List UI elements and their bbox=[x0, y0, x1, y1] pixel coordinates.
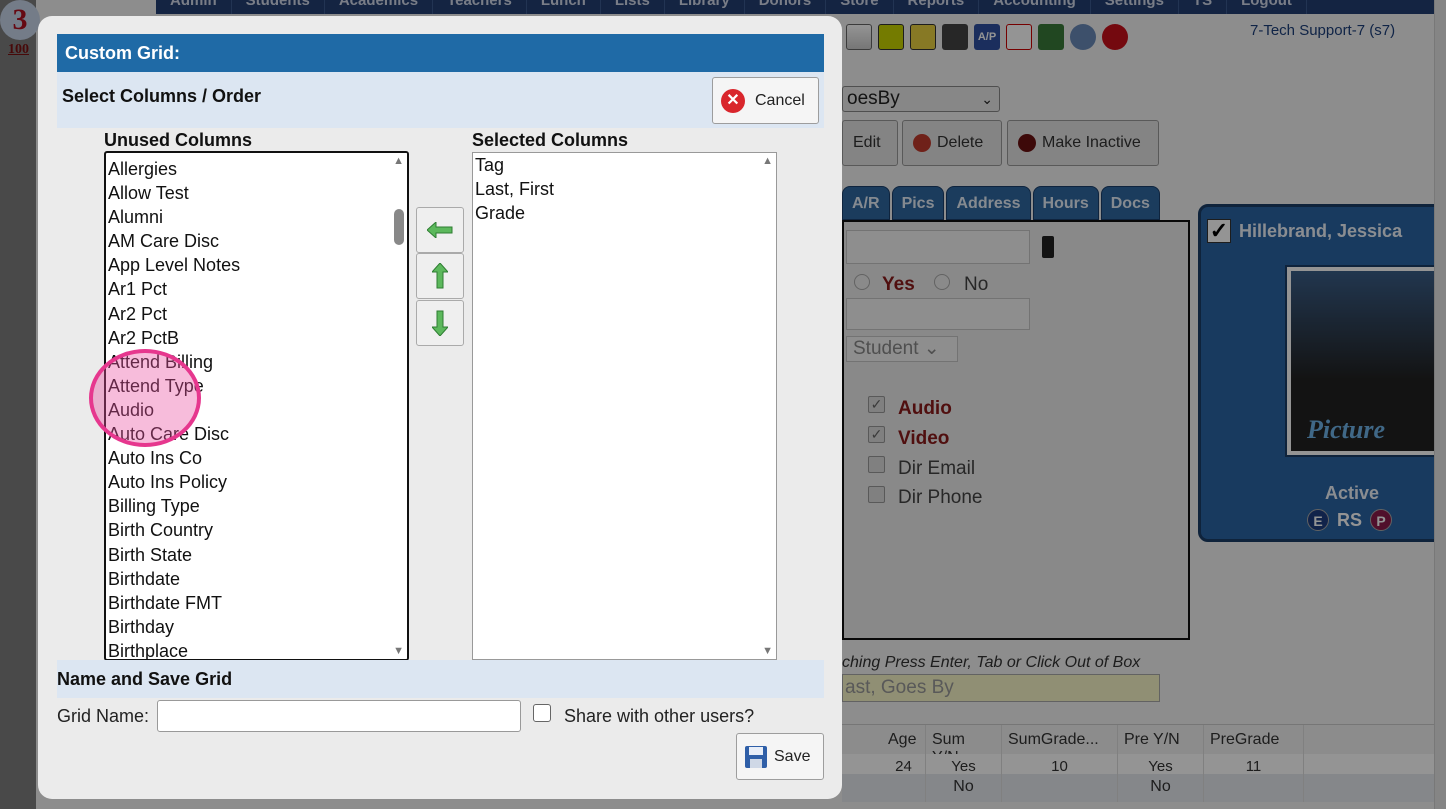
custom-grid-dialog: Custom Grid: Select Columns / Order ✕ Ca… bbox=[38, 16, 842, 799]
share-checkbox[interactable] bbox=[533, 704, 551, 722]
list-item[interactable]: Ar2 Pct bbox=[106, 302, 407, 326]
list-item[interactable]: Birthdate bbox=[106, 567, 407, 591]
list-item[interactable]: App Level Notes bbox=[106, 253, 407, 277]
list-item[interactable]: Attend Type bbox=[106, 374, 407, 398]
move-left-button[interactable] bbox=[416, 207, 464, 253]
save-label: Save bbox=[774, 747, 811, 765]
scroll-up-icon[interactable]: ▲ bbox=[393, 155, 404, 167]
list-item[interactable]: Allergies bbox=[106, 157, 407, 181]
dialog-title: Custom Grid: bbox=[57, 34, 824, 72]
unused-columns-label: Unused Columns bbox=[104, 130, 253, 150]
arrow-left-icon bbox=[427, 222, 453, 238]
cancel-button[interactable]: ✕ Cancel bbox=[712, 77, 819, 124]
selected-scrollbar[interactable]: ▲ ▼ bbox=[759, 153, 776, 659]
list-item[interactable]: Alumni bbox=[106, 205, 407, 229]
scroll-down-icon[interactable]: ▼ bbox=[762, 645, 773, 657]
save-icon bbox=[745, 745, 767, 768]
cancel-label: Cancel bbox=[755, 91, 805, 109]
list-item[interactable]: Tag bbox=[473, 153, 776, 177]
list-item[interactable]: Ar2 PctB bbox=[106, 326, 407, 350]
list-item[interactable]: Auto Ins Policy bbox=[106, 470, 407, 494]
list-item[interactable]: Birthplace bbox=[106, 639, 407, 659]
list-item[interactable]: Auto Care Disc bbox=[106, 422, 407, 446]
cancel-icon: ✕ bbox=[721, 88, 745, 113]
list-item[interactable]: Attend Billing bbox=[106, 350, 407, 374]
list-item[interactable]: AM Care Disc bbox=[106, 229, 407, 253]
name-save-section: Name and Save Grid bbox=[57, 660, 824, 698]
scroll-up-icon[interactable]: ▲ bbox=[762, 155, 773, 167]
list-item[interactable]: Allow Test bbox=[106, 181, 407, 205]
unused-columns-list[interactable]: Allergies Allow Test Alumni AM Care Disc App… bbox=[104, 151, 409, 661]
list-item[interactable]: Birthdate FMT bbox=[106, 591, 407, 615]
share-label: Share with other users? bbox=[564, 706, 755, 726]
selected-columns-label: Selected Columns bbox=[472, 130, 629, 150]
list-item[interactable]: Birth Country bbox=[106, 518, 407, 542]
selected-columns-list[interactable]: Tag Last, First Grade ▲ ▼ bbox=[472, 152, 777, 660]
list-item[interactable]: Grade bbox=[473, 201, 776, 225]
scroll-thumb[interactable] bbox=[394, 209, 404, 245]
arrow-down-icon bbox=[432, 310, 448, 336]
save-button[interactable]: Save bbox=[736, 733, 824, 780]
scroll-down-icon[interactable]: ▼ bbox=[393, 645, 404, 657]
name-save-heading: Name and Save Grid bbox=[57, 669, 233, 689]
grid-name-input[interactable] bbox=[157, 700, 521, 732]
list-item[interactable]: Audio bbox=[106, 398, 407, 422]
unused-scrollbar[interactable]: ▲ ▼ bbox=[390, 153, 407, 659]
list-item[interactable]: Ar1 Pct bbox=[106, 277, 407, 301]
arrow-up-icon bbox=[432, 263, 448, 289]
select-columns-heading: Select Columns / Order bbox=[62, 86, 262, 106]
select-columns-section: Select Columns / Order bbox=[57, 72, 824, 128]
list-item[interactable]: Birth State bbox=[106, 543, 407, 567]
list-item[interactable]: Billing Type bbox=[106, 494, 407, 518]
list-item[interactable]: Last, First bbox=[473, 177, 776, 201]
list-item[interactable]: Birthday bbox=[106, 615, 407, 639]
move-up-button[interactable] bbox=[416, 253, 464, 299]
list-item[interactable]: Auto Ins Co bbox=[106, 446, 407, 470]
grid-name-label: Grid Name: bbox=[57, 706, 150, 726]
move-down-button[interactable] bbox=[416, 300, 464, 346]
